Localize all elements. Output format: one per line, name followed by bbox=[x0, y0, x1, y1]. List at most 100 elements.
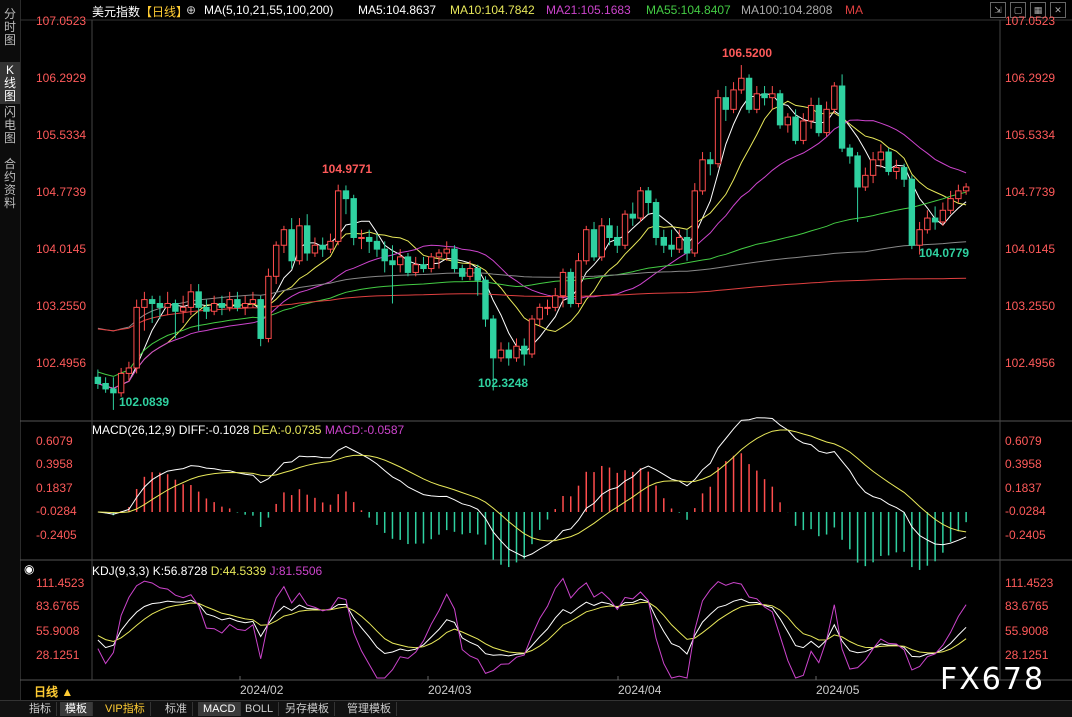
price-tick: 106.2929 bbox=[36, 71, 87, 85]
price-tick: 105.5334 bbox=[36, 128, 87, 142]
price-tick: 102.4956 bbox=[1005, 356, 1056, 370]
date-tick: 2024/04 bbox=[618, 683, 662, 697]
candle-body bbox=[815, 104, 823, 134]
candle-body bbox=[637, 190, 644, 219]
candle-body bbox=[544, 306, 551, 309]
candle-body bbox=[730, 89, 737, 110]
kdj-tick: 111.4523 bbox=[1005, 576, 1054, 590]
price-tick: 104.0145 bbox=[36, 242, 87, 256]
kdj-tick: 55.9008 bbox=[36, 624, 80, 638]
tab-indicator[interactable]: 指标 bbox=[24, 702, 57, 716]
tab-template[interactable]: 模板 bbox=[60, 702, 93, 716]
candle-body bbox=[955, 190, 962, 200]
candle-body bbox=[381, 248, 388, 262]
candle-body bbox=[311, 244, 319, 254]
macd-tick: 0.1837 bbox=[1005, 481, 1042, 495]
period-button[interactable]: 日线 ▲ bbox=[34, 683, 73, 700]
macd-tick: -0.2405 bbox=[1005, 528, 1046, 542]
macd-tick: 0.6079 bbox=[36, 434, 73, 448]
candle-body bbox=[404, 256, 412, 273]
candle-body bbox=[451, 248, 458, 270]
tab-boll[interactable]: BOLL bbox=[240, 702, 280, 716]
price-tick: 102.4956 bbox=[36, 356, 87, 370]
macd-tick: -0.0284 bbox=[36, 504, 77, 518]
kdj-tick: 28.1251 bbox=[36, 648, 80, 662]
candle-body bbox=[823, 108, 830, 134]
candle-body bbox=[962, 186, 970, 192]
candle-body bbox=[900, 167, 908, 180]
candle-body bbox=[443, 248, 450, 254]
low-annotation: 104.0779 bbox=[919, 246, 970, 260]
price-tick: 103.2550 bbox=[36, 299, 87, 313]
kdj-tick: 83.6765 bbox=[36, 599, 80, 613]
price-tick: 103.2550 bbox=[1005, 299, 1056, 313]
candle-body bbox=[559, 271, 567, 297]
price-tick: 104.7739 bbox=[36, 185, 87, 199]
candle-body bbox=[513, 345, 520, 359]
kdj-settings-icon[interactable]: ◉ bbox=[24, 562, 34, 576]
candle-body bbox=[807, 104, 815, 122]
candle-body bbox=[358, 236, 365, 239]
tab-vip-indicator[interactable]: VIP指标 bbox=[100, 702, 151, 716]
macd-tick: 0.1837 bbox=[36, 481, 73, 495]
date-axis: 日线 ▲ 2024/02 2024/03 2024/04 2024/05 bbox=[20, 680, 1072, 700]
tab-standard[interactable]: 标准 bbox=[160, 702, 193, 716]
candle-body bbox=[490, 318, 497, 359]
candle-body bbox=[226, 299, 233, 308]
macd-diff: DIFF:-0.1028 bbox=[178, 423, 250, 437]
candle-body bbox=[218, 302, 226, 308]
candle-body bbox=[342, 190, 350, 200]
candle-body bbox=[676, 236, 683, 250]
candle-body bbox=[156, 302, 164, 308]
candle-body bbox=[234, 299, 241, 308]
candle-body bbox=[521, 345, 528, 355]
candle-body bbox=[249, 299, 257, 304]
kdj-k-line bbox=[97, 598, 967, 658]
candle-body bbox=[939, 209, 947, 223]
candle-body bbox=[210, 302, 218, 312]
price-tick: 104.7739 bbox=[1005, 185, 1056, 199]
candle-body bbox=[745, 77, 753, 110]
candle-body bbox=[846, 147, 854, 157]
candle-body bbox=[141, 299, 148, 308]
candle-body bbox=[327, 240, 334, 250]
candle-body bbox=[466, 268, 474, 277]
macd-tick: 0.3958 bbox=[1005, 457, 1042, 471]
candle-body bbox=[94, 376, 102, 384]
kdj-tick: 83.6765 bbox=[1005, 599, 1049, 613]
candle-body bbox=[800, 120, 807, 141]
candle-body bbox=[296, 225, 303, 262]
kdj-tick: 28.1251 bbox=[1005, 648, 1049, 662]
candle-body bbox=[629, 213, 636, 219]
tab-save-template[interactable]: 另存模板 bbox=[280, 702, 335, 716]
candle-body bbox=[365, 236, 373, 242]
candle-body bbox=[125, 367, 133, 374]
candle-body bbox=[792, 116, 799, 141]
candle-body bbox=[102, 382, 109, 390]
candle-body bbox=[396, 256, 404, 266]
candle-body bbox=[645, 190, 652, 204]
high-annotation: 106.5200 bbox=[722, 46, 773, 60]
candle-body bbox=[590, 229, 598, 258]
candle-body bbox=[583, 229, 590, 262]
price-tick: 104.0145 bbox=[1005, 242, 1056, 256]
candle-body bbox=[172, 302, 179, 312]
candle-body bbox=[303, 225, 311, 254]
candle-body bbox=[528, 318, 536, 355]
candle-body bbox=[280, 229, 288, 246]
candle-body bbox=[652, 202, 660, 238]
candle-body bbox=[869, 159, 877, 176]
price-chart[interactable] bbox=[0, 0, 1072, 700]
tab-macd[interactable]: MACD bbox=[198, 702, 242, 716]
candle-body bbox=[179, 306, 187, 312]
candle-body bbox=[350, 198, 357, 238]
watermark-logo: FX678 bbox=[940, 662, 1046, 697]
candle-body bbox=[272, 244, 280, 277]
candle-body bbox=[505, 349, 512, 359]
tab-manage-template[interactable]: 管理模板 bbox=[342, 702, 397, 716]
candle-body bbox=[931, 217, 939, 223]
candle-body bbox=[288, 229, 295, 262]
macd-header: MACD(26,12,9) DIFF:-0.1028 DEA:-0.0735 M… bbox=[92, 423, 404, 437]
candle-body bbox=[110, 388, 117, 394]
candle-body bbox=[761, 93, 768, 99]
